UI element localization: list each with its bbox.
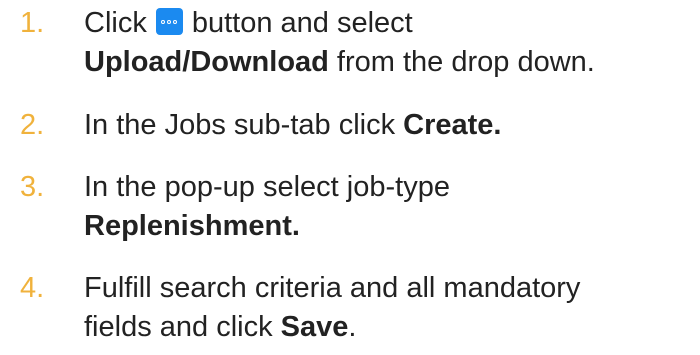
instruction-steps: 1. Click button and select Upload/Downloa…	[0, 0, 700, 355]
step-text-part: from the drop down.	[328, 46, 595, 78]
step-text: In the pop-up select job-type Replenishm…	[84, 168, 696, 246]
step-line: Click button and select	[84, 4, 696, 43]
step-bold-term: Create.	[403, 109, 502, 141]
step-text-part: fields and click	[84, 311, 281, 343]
step-text: Fulfill search criteria and all mandator…	[84, 269, 696, 347]
step-4: 4. Fulfill search criteria and all manda…	[0, 269, 700, 349]
step-bold-term: Save	[280, 311, 349, 343]
step-text: In the Jobs sub-tab click Create.	[84, 106, 696, 145]
step-line: Fulfill search criteria and all mandator…	[84, 272, 581, 304]
more-options-button[interactable]	[155, 8, 183, 35]
step-number: 3.	[20, 171, 45, 203]
step-line: Replenishment.	[84, 207, 696, 246]
step-number: 4.	[20, 272, 45, 304]
step-text: Click button and select Upload/Download f…	[84, 4, 696, 82]
step-line: In the Jobs sub-tab click Create.	[84, 106, 696, 145]
step-number: 1.	[20, 7, 45, 39]
step-number: 2.	[20, 109, 45, 141]
step-text-part: In the Jobs sub-tab click	[84, 109, 404, 141]
step-bold-term: Upload/Download	[84, 46, 329, 78]
step-line: fields and click Save.	[84, 308, 696, 347]
step-bold-term: Replenishment.	[84, 210, 300, 242]
step-line: Upload/Download from the drop down.	[84, 43, 696, 82]
more-options-icon	[156, 8, 183, 35]
step-line: In the pop-up select job-type	[84, 171, 450, 203]
step-text-part: Click	[84, 7, 147, 39]
step-text-part: .	[348, 311, 357, 343]
step-3: 3. In the pop-up select job-type Repleni…	[0, 168, 700, 248]
step-2: 2. In the Jobs sub-tab click Create.	[0, 106, 700, 146]
step-text-part: button and select	[191, 7, 413, 39]
step-1: 1. Click button and select Upload/Downloa…	[0, 4, 700, 84]
